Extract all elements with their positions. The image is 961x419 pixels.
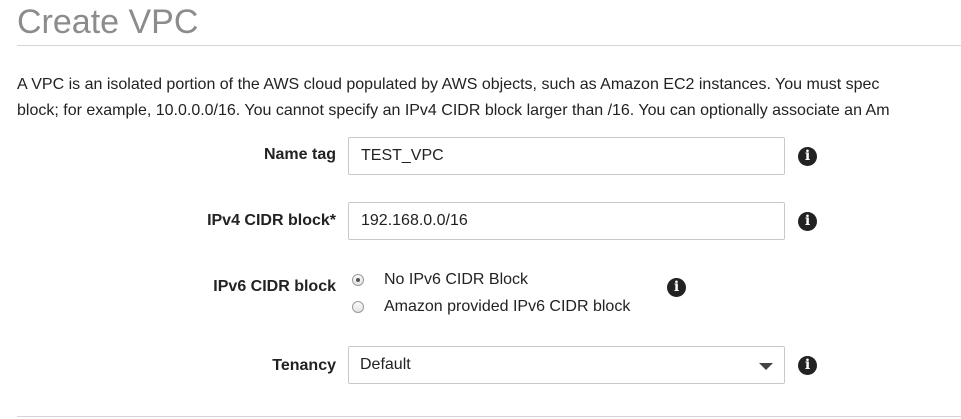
ipv4-cidr-input[interactable] [348,202,785,240]
radio-label-amazon-ipv6[interactable]: Amazon provided IPv6 CIDR block [384,298,630,316]
ipv6-cidr-label: IPv6 CIDR block [213,278,336,295]
radio-label-no-ipv6[interactable]: No IPv6 CIDR Block [384,271,528,289]
info-icon[interactable]: i [798,147,817,166]
name-tag-label: Name tag [263,146,336,163]
title-divider [17,45,961,46]
ipv4-cidr-label: IPv4 CIDR block* [207,212,336,229]
radio-option-no-ipv6[interactable]: No IPv6 CIDR Block [352,269,528,291]
radio-option-amazon-ipv6[interactable]: Amazon provided IPv6 CIDR block [352,296,630,318]
chevron-down-icon [759,363,773,370]
info-icon[interactable]: i [798,212,817,231]
tenancy-selected-value: Default [360,356,411,373]
page-description: A VPC is an isolated portion of the AWS … [17,72,961,124]
description-line-1: A VPC is an isolated portion of the AWS … [17,76,880,93]
radio-button-amazon-ipv6[interactable] [352,301,364,313]
info-icon[interactable]: i [667,278,686,297]
radio-button-no-ipv6[interactable] [352,274,364,286]
tenancy-label: Tenancy [272,357,336,374]
name-tag-input[interactable] [348,137,785,175]
info-icon[interactable]: i [798,356,817,375]
description-line-2: block; for example, 10.0.0.0/16. You can… [17,102,890,119]
page-title: Create VPC [17,3,199,41]
tenancy-select[interactable]: Default [348,346,785,384]
bottom-divider [17,416,961,417]
